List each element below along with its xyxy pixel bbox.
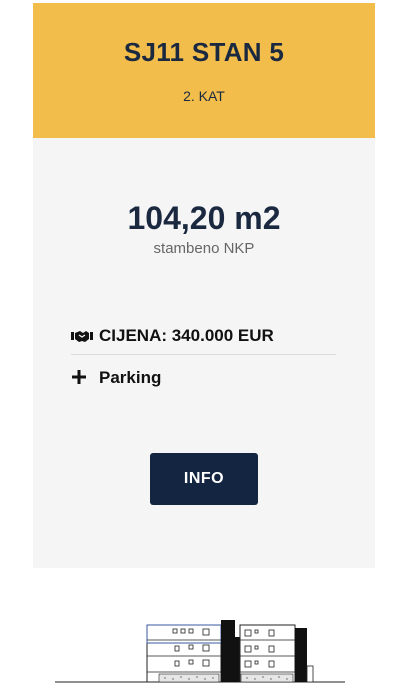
parking-text: Parking bbox=[99, 368, 162, 387]
building-elevation-drawing bbox=[55, 620, 345, 683]
area-type: stambeno NKP bbox=[153, 240, 255, 257]
plus-icon bbox=[71, 368, 95, 388]
info-button[interactable]: INFO bbox=[150, 453, 258, 505]
price-text: CIJENA: 340.000 EUR bbox=[99, 326, 274, 345]
area-value: 104,20 m2 bbox=[127, 200, 281, 236]
apartment-card: SJ11 STAN 5 2. KAT 104,20 m2 stambeno NK… bbox=[33, 3, 375, 568]
parking-row: Parking bbox=[71, 366, 161, 390]
unit-title: SJ11 STAN 5 bbox=[123, 37, 285, 67]
handshake-icon bbox=[71, 328, 95, 344]
price-row: CIJENA: 340.000 EUR bbox=[71, 318, 336, 355]
card-header: SJ11 STAN 5 2. KAT bbox=[33, 3, 375, 138]
unit-floor: 2. KAT bbox=[183, 88, 225, 104]
